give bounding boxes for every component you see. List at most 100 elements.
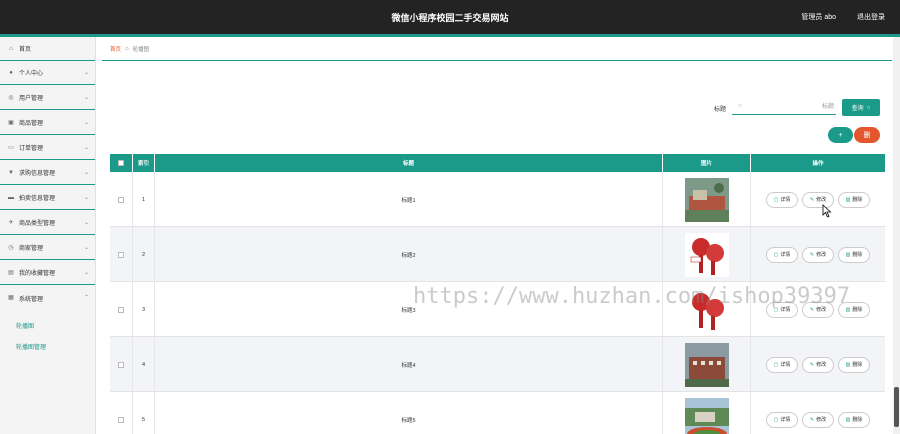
delete-button[interactable]: ▥ 删除 — [838, 411, 870, 428]
goods-icon: ▣ — [8, 119, 14, 126]
row-checkbox[interactable] — [118, 306, 124, 313]
breadcrumb-home[interactable]: 首页 — [110, 45, 121, 53]
sidebar-item-label: 个人中心 — [19, 71, 44, 77]
auction-icon: ▬ — [8, 194, 14, 201]
header-image: 图片 — [663, 154, 751, 172]
breadcrumb-current: 轮播图 — [132, 46, 150, 53]
sidebar-item-label: 求购信息管理 — [19, 171, 56, 177]
row-index: 4 — [133, 337, 155, 392]
sidebar-item-system[interactable]: ▦ 系统管理 ⌃ — [0, 286, 95, 310]
detail-button[interactable]: ▢ 详情 — [766, 411, 798, 428]
detail-button[interactable]: ▢ 详情 — [766, 246, 798, 263]
sidebar-item-goods-type[interactable]: ✈ 商品类型管理 ⌄ — [0, 211, 95, 235]
table-row: 1 标题1 ▢ 详情 ✎ 修改 ▥ 删除 — [110, 172, 885, 227]
sidebar-item-profile[interactable]: ● 个人中心 ⌄ — [0, 61, 95, 85]
submenu-item-carousel-manage[interactable]: 轮播图管理 — [16, 342, 46, 351]
sidebar-item-favorites[interactable]: ▤ 我的收藏管理 ⌄ — [0, 261, 95, 285]
chevron-down-icon: ⌄ — [83, 270, 89, 276]
row-image — [684, 342, 729, 387]
sidebar-item-home[interactable]: ⌂ 首页 — [0, 37, 95, 61]
sidebar-item-users[interactable]: ◎ 用户管理 ⌄ — [0, 86, 95, 110]
user-icon: ● — [9, 69, 13, 76]
main-area: 首页 ⌂ 轮播图 标题 ○ 查询 ○ + 删 索引 标题 图片 操作 — [102, 37, 892, 434]
header-index: 索引 — [133, 154, 155, 172]
chevron-up-icon: ⌃ — [83, 295, 89, 301]
row-image — [684, 287, 729, 332]
search-icon: ○ — [866, 104, 871, 111]
query-button-label: 查询 — [851, 106, 864, 112]
select-all-checkbox[interactable] — [118, 160, 124, 166]
row-index: 2 — [133, 227, 155, 282]
sidebar-item-auction[interactable]: ▬ 拍卖信息管理 ⌄ — [0, 186, 95, 210]
row-checkbox[interactable] — [118, 416, 124, 423]
scrollbar-thumb[interactable] — [894, 387, 899, 427]
app-title: 微信小程序校园二手交易网站 — [391, 13, 509, 23]
edit-icon: ✎ — [809, 251, 815, 258]
edit-icon: ✎ — [809, 361, 815, 368]
edit-icon: ✎ — [809, 306, 815, 313]
table-row: 3 标题3 ▢ 详情 ✎ 修改 ▥ 删除 — [110, 282, 885, 337]
detail-icon: ▢ — [773, 196, 779, 203]
table-row: 2 标题2 ▢ 详情 ✎ 修改 ▥ 删除 — [110, 227, 885, 282]
row-checkbox[interactable] — [118, 251, 124, 258]
sidebar-item-label: 订单管理 — [19, 146, 44, 152]
row-title: 标题1 — [155, 172, 663, 227]
header-title: 标题 — [155, 154, 663, 172]
edit-button[interactable]: ✎ 修改 — [802, 301, 834, 318]
chevron-down-icon: ⌄ — [83, 170, 89, 176]
admin-label: 管理员 abo — [801, 14, 836, 21]
table-row: 4 标题4 ▢ 详情 ✎ 修改 ▥ 删除 — [110, 337, 885, 392]
row-title: 标题3 — [155, 282, 663, 337]
tag-icon: ✈ — [8, 219, 14, 226]
delete-button[interactable]: ▥ 删除 — [838, 356, 870, 373]
search-input[interactable] — [750, 101, 834, 113]
chevron-down-icon: ⌄ — [83, 70, 89, 76]
search-box: ○ — [732, 99, 836, 115]
message-icon: ▼ — [8, 169, 14, 176]
edit-icon: ✎ — [809, 416, 815, 423]
detail-icon: ▢ — [773, 251, 779, 258]
user-manage-icon: ◎ — [8, 94, 14, 101]
trash-icon: ▥ — [845, 416, 851, 423]
row-checkbox[interactable] — [118, 361, 124, 368]
delete-button[interactable]: ▥ 删除 — [838, 191, 870, 208]
row-image — [684, 232, 729, 277]
edit-button[interactable]: ✎ 修改 — [802, 356, 834, 373]
header-actions: 操作 — [812, 161, 824, 167]
order-icon: ▭ — [8, 144, 14, 151]
sidebar-item-goods[interactable]: ▣ 商品管理 ⌄ — [0, 111, 95, 135]
edit-button[interactable]: ✎ 修改 — [802, 411, 834, 428]
sidebar-item-label: 首页 — [19, 47, 32, 53]
table-header: 索引 标题 图片 操作 — [110, 154, 885, 172]
logout-button[interactable]: 退出登录 — [857, 12, 885, 22]
add-button[interactable]: + — [828, 127, 853, 143]
detail-icon: ▢ — [773, 361, 779, 368]
table-row: 5 标题5 ▢ 详情 ✎ 修改 ▥ 删除 — [110, 392, 885, 434]
batch-delete-button[interactable]: 删 — [854, 127, 880, 143]
detail-icon: ▢ — [773, 416, 779, 423]
sidebar-item-stores[interactable]: ◷ 商家管理 ⌄ — [0, 236, 95, 260]
detail-button[interactable]: ▢ 详情 — [766, 356, 798, 373]
sidebar-item-wanted[interactable]: ▼ 求购信息管理 ⌄ — [0, 161, 95, 185]
vertical-scrollbar[interactable] — [893, 37, 900, 434]
chevron-down-icon: ⌄ — [83, 220, 89, 226]
mouse-cursor-icon — [822, 204, 832, 218]
detail-button[interactable]: ▢ 详情 — [766, 301, 798, 318]
sidebar-item-label: 我的收藏管理 — [19, 271, 56, 277]
row-checkbox[interactable] — [118, 196, 124, 203]
sidebar-item-label: 商品类型管理 — [19, 221, 56, 227]
sidebar-item-orders[interactable]: ▭ 订单管理 ⌄ — [0, 136, 95, 160]
search-label: 标题 — [714, 107, 727, 113]
query-button[interactable]: 查询 ○ — [842, 99, 880, 116]
row-title: 标题4 — [155, 337, 663, 392]
row-index: 5 — [133, 392, 155, 434]
delete-button[interactable]: ▥ 删除 — [838, 301, 870, 318]
delete-button[interactable]: ▥ 删除 — [838, 246, 870, 263]
submenu-item-carousel[interactable]: 轮播图 — [16, 321, 34, 330]
content-panel: 标题 ○ 查询 ○ + 删 索引 标题 图片 操作 1 — [102, 61, 892, 434]
trash-icon: ▥ — [845, 361, 851, 368]
detail-button[interactable]: ▢ 详情 — [766, 191, 798, 208]
row-index: 3 — [133, 282, 155, 337]
search-icon: ○ — [738, 103, 742, 109]
edit-button[interactable]: ✎ 修改 — [802, 246, 834, 263]
